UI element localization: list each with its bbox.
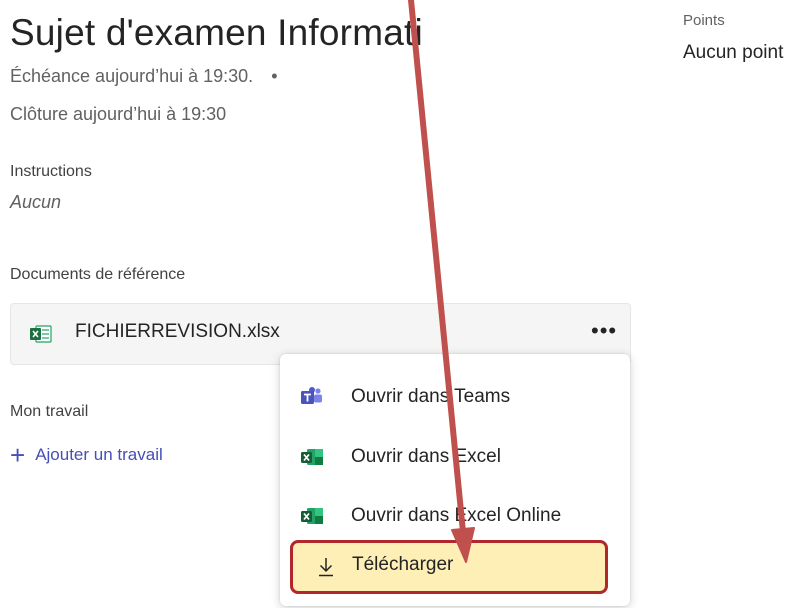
menu-item-open-in-teams[interactable]: Ouvrir dans Teams — [280, 377, 630, 417]
due-date: Échéance aujourd’hui à 19:30. • — [10, 66, 278, 87]
download-icon — [316, 556, 336, 583]
due-separator: • — [271, 66, 278, 86]
excel-file-icon — [30, 325, 52, 348]
instructions-value: Aucun — [10, 192, 62, 212]
points-value: Aucun point — [683, 42, 784, 63]
menu-item-label: Ouvrir dans Excel — [351, 446, 501, 467]
menu-item-label: Ouvrir dans Teams — [351, 386, 511, 407]
add-work-label: Ajouter un travail — [35, 445, 163, 464]
menu-item-open-in-excel-online[interactable]: Ouvrir dans Excel Online — [280, 496, 630, 536]
page-title: Sujet d'examen Informati — [10, 12, 423, 53]
teams-icon — [300, 385, 324, 409]
menu-item-open-in-excel[interactable]: Ouvrir dans Excel — [280, 437, 630, 477]
reference-file-name[interactable]: FICHIERREVISION.xlsx — [75, 321, 280, 343]
plus-icon: + — [10, 440, 26, 470]
excel-icon — [300, 504, 324, 528]
my-work-label: Mon travail — [10, 403, 89, 420]
excel-icon — [300, 445, 324, 469]
menu-item-label: Ouvrir dans Excel Online — [351, 505, 562, 526]
points-label: Points — [683, 12, 725, 29]
menu-item-label: Télécharger — [352, 554, 454, 575]
closing-date: Clôture aujourd’hui à 19:30 — [10, 104, 227, 124]
add-work-button[interactable]: + Ajouter un travail — [10, 440, 163, 471]
due-date-text: Échéance aujourd’hui à 19:30. — [10, 66, 254, 86]
reference-documents-label: Documents de référence — [10, 266, 186, 283]
more-options-button[interactable]: ••• — [591, 318, 617, 344]
instructions-label: Instructions — [10, 163, 92, 180]
